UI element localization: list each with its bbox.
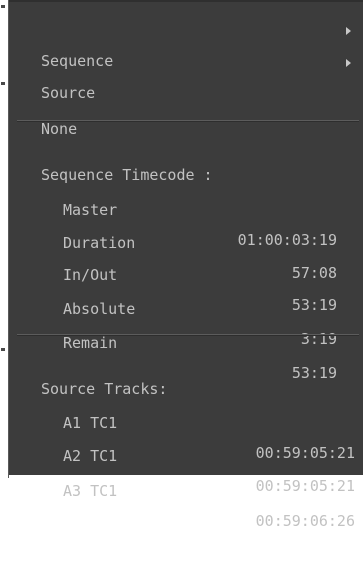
submenu-arrow-icon [346,59,351,67]
submenu-arrow-icon [346,27,351,35]
menu-item-source[interactable]: Source [9,48,363,102]
menu-item-none[interactable]: None [9,84,363,138]
timecode-row-absolute[interactable]: Absolute 3:19 [9,264,363,348]
timecode-row-in-out[interactable]: In/Out 53:19 [9,230,363,314]
edge-mark [1,5,5,8]
source-track-row-a1[interactable]: A1 TC1 00:59:05:21 [9,378,363,462]
section-header-sequence-timecode: Sequence Timecode : [9,130,363,184]
timecode-row-remain[interactable]: Remain 53:19 [9,298,363,382]
track-label: A3 TC1 [63,482,118,500]
edge-mark [1,82,5,85]
timecode-context-menu: Sequence Source None Sequence Timecode :… [8,0,363,530]
menu-separator [17,120,359,122]
source-track-row-a3[interactable]: A3 TC1 00:59:06:26 [9,446,363,530]
source-track-row-a2[interactable]: A2 TC1 00:59:05:21 [9,411,363,495]
background-strip [0,0,8,478]
section-header-source-tracks: Source Tracks: [9,344,363,398]
menu-separator [17,334,359,336]
timecode-row-master[interactable]: Master 01:00:03:19 [9,165,363,249]
menu-top-border [9,0,363,2]
menu-item-sequence[interactable]: Sequence [9,16,363,70]
edge-mark [1,348,5,351]
timecode-row-duration[interactable]: Duration 57:08 [9,198,363,282]
track-timecode-value: 00:59:06:26 [255,512,355,530]
